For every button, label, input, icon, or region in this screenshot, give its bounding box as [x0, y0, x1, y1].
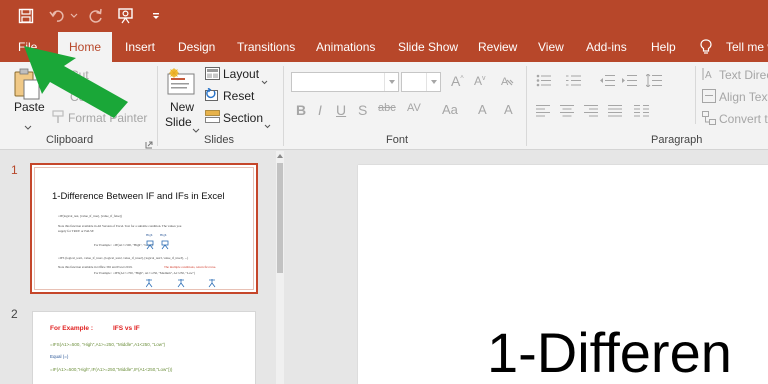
slide-title-text[interactable]: 1-Differen — [487, 320, 732, 384]
bold-icon[interactable]: B — [296, 102, 306, 118]
diagram-icon — [146, 237, 174, 255]
justify-icon[interactable] — [608, 104, 622, 122]
scroll-thumb[interactable] — [277, 163, 283, 273]
tab-animations[interactable]: Animations — [316, 32, 375, 62]
slide-number: 2 — [11, 307, 18, 321]
font-color-icon[interactable]: A — [504, 102, 513, 117]
decrease-font-icon[interactable]: Av — [474, 74, 486, 88]
reset-icon[interactable] — [205, 87, 220, 107]
bullets-icon[interactable] — [536, 74, 552, 92]
slides-group-label: Slides — [204, 134, 234, 146]
thumbnail-text: For Example : — [50, 325, 93, 332]
thumbnail-text: =IF(logical_test, [value_if_true], [valu… — [58, 214, 122, 218]
slide-number: 1 — [11, 163, 18, 177]
reset-button[interactable]: Reset — [223, 89, 254, 103]
thumbnail-text: For Example : =IF(A1>=500, "High", "Low"… — [94, 243, 153, 247]
align-right-icon[interactable] — [584, 104, 598, 122]
present-icon[interactable] — [114, 4, 138, 28]
line-spacing-icon[interactable] — [645, 73, 662, 92]
new-slide-label-line2[interactable]: Slide — [165, 115, 192, 129]
italic-icon[interactable]: I — [318, 102, 322, 118]
highlight-icon[interactable]: A — [478, 102, 487, 117]
underline-icon[interactable]: U — [336, 102, 346, 118]
change-case-icon[interactable]: Aa — [442, 102, 458, 117]
section-icon[interactable] — [205, 110, 220, 129]
divider — [283, 66, 284, 146]
font-name-select[interactable] — [291, 72, 399, 92]
text-direction-icon[interactable]: A — [702, 67, 716, 86]
chevron-down-icon[interactable] — [192, 120, 200, 138]
font-size-select[interactable] — [401, 72, 441, 92]
font-group-label: Font — [386, 134, 409, 146]
thumbnail-title: 1-Difference Between IF and IFs in Excel — [52, 191, 225, 202]
align-left-icon[interactable] — [536, 104, 550, 122]
thumbnail-text: Note this function available in Office 3… — [58, 265, 133, 269]
strikethrough-icon[interactable]: abc — [378, 102, 396, 114]
customize-icon[interactable] — [144, 4, 168, 28]
new-slide-label-line1[interactable]: New — [170, 100, 194, 114]
divider — [695, 66, 696, 124]
thumbnail-text: Note this function available in All Vers… — [58, 224, 182, 228]
save-icon[interactable] — [14, 4, 38, 28]
clear-format-icon[interactable]: A — [500, 74, 514, 93]
tab-slide-show[interactable]: Slide Show — [398, 32, 458, 62]
tab-add-ins[interactable]: Add-ins — [586, 32, 627, 62]
align-text-icon[interactable] — [702, 89, 716, 108]
tab-help[interactable]: Help — [651, 32, 676, 62]
slide-thumbnail-2[interactable]: For Example : IFS vs IF =IFS(A1>=500, "H… — [32, 311, 256, 384]
thumbnail-text: =IFS (logical_test1, value_if_true1, [lo… — [58, 256, 189, 260]
thumbnail-text: supply for TRUE or FALSE — [58, 229, 94, 233]
tab-design[interactable]: Design — [178, 32, 215, 62]
thumbnail-text: IFS vs IF — [113, 325, 140, 332]
layout-button[interactable]: Layout — [223, 67, 259, 81]
diagram-icon — [145, 275, 222, 293]
svg-text:A: A — [501, 76, 509, 88]
chevron-down-icon[interactable] — [70, 4, 78, 28]
shadow-icon[interactable]: S — [358, 102, 367, 118]
tell-me-label: Tell me w — [726, 40, 768, 54]
decrease-indent-icon[interactable] — [600, 74, 616, 92]
text-direction-button[interactable]: Text Direc — [719, 68, 768, 82]
increase-font-icon[interactable]: A^ — [451, 73, 464, 89]
smartart-icon[interactable] — [702, 111, 716, 130]
align-center-icon[interactable] — [560, 104, 574, 122]
redo-icon[interactable] — [84, 4, 108, 28]
divider — [157, 66, 158, 146]
tab-transitions[interactable]: Transitions — [237, 32, 295, 62]
thumbnail-text: =IFS(A1>=500, "High",A1>=250, "Middle",A… — [50, 342, 166, 347]
thumbnail-text: Equal (=) — [50, 354, 69, 359]
thumbnail-text: =IF(A1>=500,"High",IF(A1>=250,"Middle",I… — [50, 367, 173, 372]
svg-text:A: A — [705, 70, 712, 81]
chevron-down-icon[interactable] — [264, 116, 271, 134]
character-spacing-icon[interactable]: AV — [407, 102, 421, 114]
panel-scrollbar[interactable] — [276, 151, 284, 384]
annotation-arrow-icon — [20, 44, 140, 125]
align-text-button[interactable]: Align Text — [719, 90, 768, 104]
slide-thumbnail-1[interactable]: 1-Difference Between IF and IFs in Excel… — [30, 163, 258, 294]
quick-access-toolbar — [0, 0, 168, 32]
columns-icon[interactable] — [634, 104, 650, 122]
layout-icon[interactable] — [205, 67, 220, 85]
increase-indent-icon[interactable] — [622, 74, 638, 92]
numbering-icon[interactable] — [566, 74, 582, 92]
scroll-up-icon[interactable] — [277, 154, 283, 158]
section-button[interactable]: Section — [223, 111, 263, 125]
tab-view[interactable]: View — [538, 32, 564, 62]
tell-me-search[interactable]: Tell me w — [700, 32, 768, 62]
divider — [526, 66, 527, 146]
paragraph-group-label: Paragraph — [651, 134, 703, 146]
tab-review[interactable]: Review — [478, 32, 517, 62]
chevron-down-icon[interactable] — [261, 72, 268, 90]
lightbulb-icon — [700, 39, 714, 55]
convert-smartart-button[interactable]: Convert to — [719, 112, 768, 126]
clipboard-group-label: Clipboard — [46, 134, 94, 146]
new-slide-icon[interactable] — [166, 68, 198, 101]
thumbnail-text: The multiple conditions, return first tr… — [164, 265, 217, 269]
undo-icon[interactable] — [46, 4, 70, 28]
